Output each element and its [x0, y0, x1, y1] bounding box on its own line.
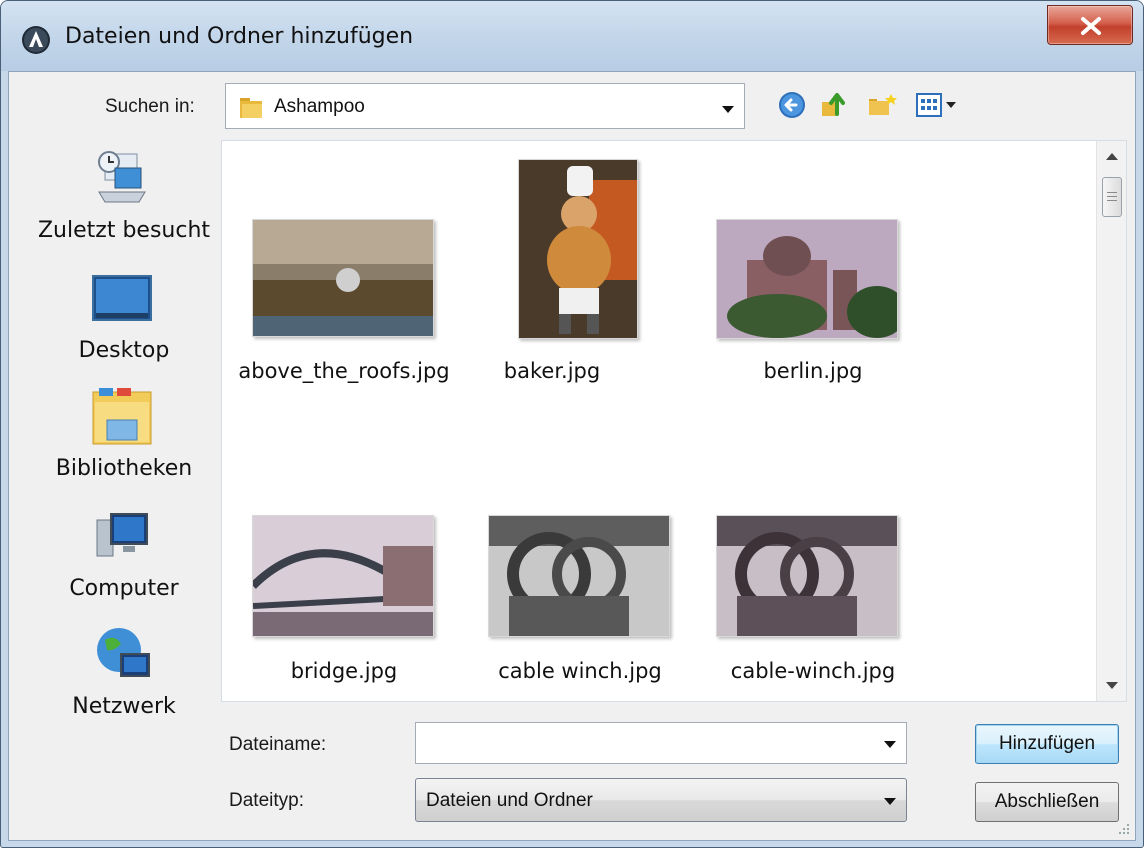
chevron-down-icon[interactable] [884, 741, 896, 748]
place-desktop[interactable]: Desktop [29, 260, 219, 370]
place-label: Bibliotheken [55, 456, 193, 481]
title-bar[interactable]: Dateien und Ordner hinzufügen [1, 1, 1143, 71]
libraries-icon [92, 388, 152, 445]
vertical-scrollbar[interactable] [1096, 141, 1126, 701]
file-item[interactable]: berlin.jpg [698, 141, 928, 401]
place-label: Netzwerk [72, 694, 176, 719]
dialog-body: Suchen in: Ashampoo Zuletzt besucht Desk… [8, 71, 1136, 841]
look-in-label: Suchen in: [105, 96, 195, 117]
place-label: Computer [69, 576, 179, 601]
close-dialog-button[interactable]: Abschließen [975, 782, 1119, 822]
file-name: baker.jpg [503, 359, 601, 383]
chevron-down-icon[interactable] [722, 106, 734, 113]
file-name: cable winch.jpg [498, 659, 662, 683]
up-folder-icon[interactable] [819, 90, 849, 120]
place-computer[interactable]: Computer [29, 498, 219, 608]
image-thumbnail-icon [253, 516, 433, 636]
image-thumbnail-icon [253, 220, 433, 336]
desktop-icon [92, 275, 152, 321]
scroll-down-icon[interactable] [1106, 682, 1118, 689]
filename-label: Dateiname: [229, 734, 327, 755]
network-icon [97, 628, 150, 677]
file-item[interactable]: above_the_roofs.jpg [234, 141, 464, 401]
place-network[interactable]: Netzwerk [29, 616, 219, 726]
file-thumbnail [252, 219, 434, 337]
file-thumbnail [252, 515, 434, 637]
filename-field[interactable] [415, 722, 907, 764]
look-in-combobox[interactable]: Ashampoo [225, 83, 745, 129]
add-button[interactable]: Hinzufügen [975, 724, 1119, 764]
file-item[interactable]: baker.jpg [492, 141, 722, 401]
image-thumbnail-icon [519, 160, 637, 338]
ashampoo-app-icon [22, 26, 50, 54]
resize-grip-icon[interactable] [1117, 822, 1131, 836]
file-name: above_the_roofs.jpg [238, 359, 450, 383]
file-thumbnail [488, 515, 670, 637]
place-libraries[interactable]: Bibliotheken [29, 378, 219, 488]
file-name: berlin.jpg [763, 359, 863, 383]
file-item[interactable]: bridge.jpg [234, 437, 464, 697]
scrollbar-thumb[interactable] [1102, 177, 1122, 217]
view-menu-icon[interactable] [915, 90, 959, 120]
scroll-up-icon[interactable] [1106, 153, 1118, 160]
recent-places-icon [98, 151, 146, 203]
image-thumbnail-icon [717, 516, 897, 636]
filetype-select[interactable]: Dateien und Ordner [415, 778, 907, 822]
new-folder-icon[interactable] [867, 90, 899, 120]
folder-icon [240, 98, 262, 118]
filetype-value: Dateien und Ordner [426, 790, 593, 811]
place-label: Desktop [78, 338, 170, 363]
file-thumbnail [518, 159, 638, 339]
file-item[interactable]: cable-winch.jpg [698, 437, 928, 697]
file-thumbnail [716, 219, 898, 339]
places-bar: Zuletzt besucht Desktop Bibliotheken Com… [29, 140, 219, 719]
computer-icon [96, 513, 148, 557]
file-item[interactable]: cable winch.jpg [470, 437, 700, 697]
close-icon [1081, 17, 1101, 35]
dialog-window: Dateien und Ordner hinzufügen Suchen in:… [0, 0, 1144, 848]
file-name: cable-winch.jpg [730, 659, 896, 683]
place-label: Zuletzt besucht [37, 218, 211, 243]
image-thumbnail-icon [489, 516, 669, 636]
file-list-view[interactable]: above_the_roofs.jpg baker.jpg berlin.jpg… [221, 140, 1127, 702]
file-name: bridge.jpg [290, 659, 398, 683]
image-thumbnail-icon [717, 220, 897, 338]
filetype-label: Dateityp: [229, 790, 304, 811]
chevron-down-icon[interactable] [884, 798, 896, 805]
back-icon[interactable] [777, 90, 807, 120]
look-in-value: Ashampoo [274, 96, 365, 117]
close-button[interactable] [1047, 5, 1133, 45]
file-thumbnail [716, 515, 898, 637]
place-recent[interactable]: Zuletzt besucht [29, 140, 219, 250]
window-title: Dateien und Ordner hinzufügen [65, 24, 414, 49]
